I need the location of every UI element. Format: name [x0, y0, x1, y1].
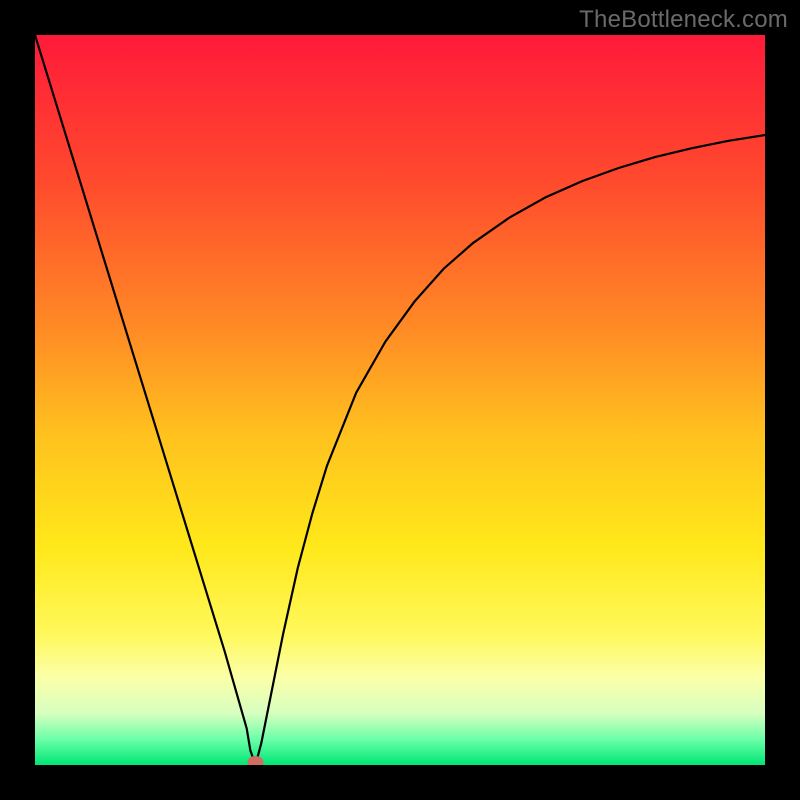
plot-svg — [35, 35, 765, 765]
plot-area — [35, 35, 765, 765]
chart-container: TheBottleneck.com — [0, 0, 800, 800]
gradient-background — [35, 35, 765, 765]
watermark-text: TheBottleneck.com — [579, 6, 788, 34]
